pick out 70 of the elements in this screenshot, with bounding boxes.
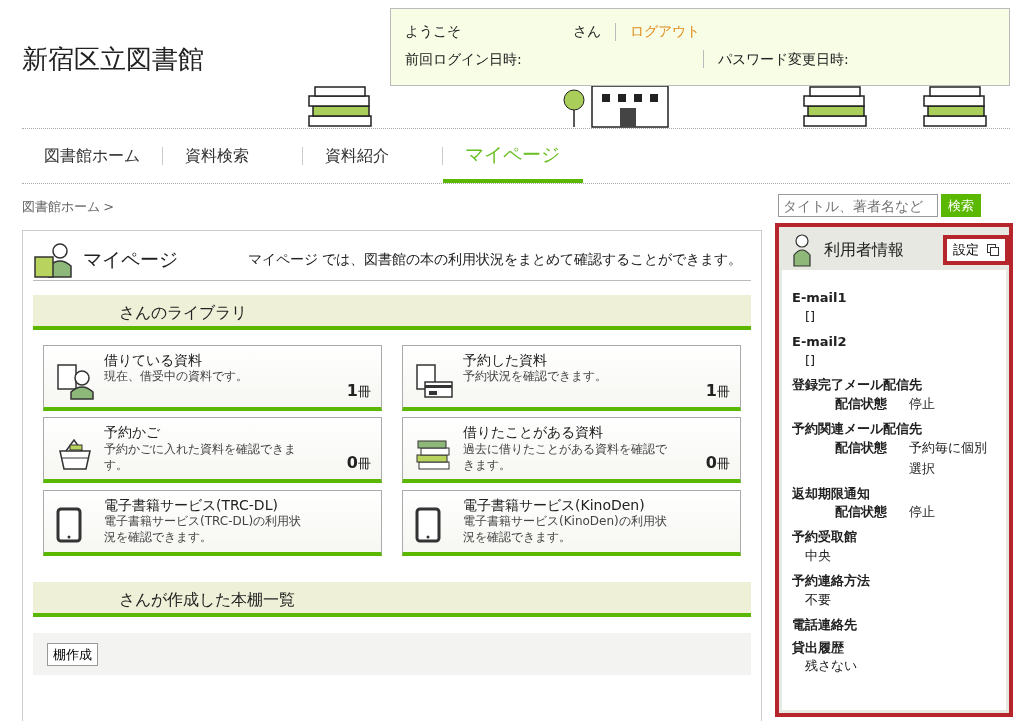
tile-title: 電子書籍サービス(KinoDen) [463, 496, 646, 514]
field-sublabel: 配信状態 [835, 395, 888, 414]
field-value: 予約毎に個別選択 [909, 438, 988, 478]
honorific-text: さん [573, 22, 601, 41]
nav-tab[interactable]: 資料検索 [163, 129, 303, 183]
menu-tile[interactable]: 予約した資料 予約状況を確認できます。 1冊 [402, 344, 741, 411]
field-label: 電話連絡先 [792, 616, 858, 634]
tile-description: 過去に借りたことがある資料を確認できます。 [463, 440, 668, 474]
settings-button[interactable]: 設定 [943, 235, 1009, 265]
field-value: 残さない [804, 657, 858, 676]
field-value: 停止 [909, 395, 935, 414]
tile-title: 予約かご [104, 424, 161, 441]
field-value: [] [804, 307, 817, 326]
shelves-heading: さんが作成した本棚一覧 [33, 581, 751, 617]
item-count: 1冊 [705, 379, 730, 402]
tablet-icon [415, 506, 441, 543]
field-value: 停止 [909, 503, 935, 522]
field-value: 中央 [804, 547, 832, 566]
intro-text: マイページ では、図書館の本の利用状況をまとめて確認することができます。 [248, 250, 743, 269]
book-stack-drawing [307, 86, 373, 128]
field-label: 予約連絡方法 [792, 572, 871, 590]
book-stack-drawing [802, 86, 868, 128]
search-field[interactable]: タイトル、著者名など [778, 194, 938, 217]
person-with-book-icon [33, 241, 73, 278]
nav-tab[interactable]: 図書館ホーム [22, 129, 163, 183]
nav-tab[interactable]: 資料紹介 [303, 129, 443, 183]
field-label: 貸出履歴 [792, 639, 845, 657]
tile-title: 予約した資料 [463, 351, 548, 369]
new-window-icon [987, 244, 999, 256]
menu-tile[interactable]: 借りたことがある資料 過去に借りたことがある資料を確認できます。 0冊 [402, 417, 741, 483]
menu-tile[interactable]: 電子書籍サービス(TRC-DL) 電子書籍サービス(TRC-DL)の利用状況を確認できます。 [43, 489, 382, 556]
field-label: 返却期限通知 [792, 485, 871, 503]
person-icon [792, 233, 812, 267]
breadcrumb-link[interactable]: 図書館ホーム [22, 197, 100, 217]
tile-description: 現在、借受中の資料です。 [104, 368, 249, 385]
tile-title: 電子書籍サービス(TRC-DL) [104, 496, 279, 514]
field-sublabel: 配信状態 [835, 438, 888, 457]
tile-title: 借りたことがある資料 [463, 424, 604, 441]
field-label: E-mail2 [792, 333, 848, 351]
tablet-icon [56, 506, 82, 543]
tile-description: 予約かごに入れた資料を確認できます。 [104, 440, 297, 474]
password-changed-label: パスワード変更日時: [718, 49, 849, 69]
person-with-book-icon [56, 361, 94, 400]
tile-description: 予約状況を確認できます。 [463, 368, 608, 385]
menu-tile[interactable]: 電子書籍サービス(KinoDen) 電子書籍サービス(KinoDen)の利用状況を確認できます。 [402, 489, 741, 556]
menu-tile[interactable]: 借りている資料 現在、借受中の資料です。 1冊 [43, 344, 382, 411]
breadcrumb-separator: > [103, 198, 115, 217]
field-label: 登録完了メール配信先 [792, 377, 923, 395]
field-label: 予約受取館 [792, 529, 858, 547]
tile-description: 電子書籍サービス(TRC-DL)の利用状況を確認できます。 [104, 513, 303, 546]
page-title: マイページ [83, 247, 179, 273]
book-stack-drawing [922, 86, 988, 128]
panel-title: 利用者情報 [824, 239, 904, 261]
create-shelf-button[interactable]: 棚作成 [47, 642, 98, 666]
item-count: 0冊 [705, 452, 730, 474]
item-count: 1冊 [346, 379, 371, 402]
last-login-label: 前回ログイン日時: [405, 49, 523, 69]
library-heading: さんのライブラリ [33, 295, 751, 330]
tile-description: 電子書籍サービス(KinoDen)の利用状況を確認できます。 [463, 513, 668, 546]
menu-tile[interactable]: 予約かご 予約かごに入れた資料を確認できます。 0冊 [43, 417, 382, 483]
field-value: 不要 [804, 590, 832, 609]
field-sublabel: 配信状態 [835, 503, 888, 522]
book-with-card-icon [415, 361, 453, 400]
field-label: 予約関連メール配信先 [792, 421, 923, 438]
field-value: [] [804, 351, 817, 370]
field-label: E-mail1 [792, 290, 848, 307]
site-title: 新宿区立図書館 [22, 44, 204, 76]
welcome-text: ようこそ [405, 22, 462, 41]
item-count: 0冊 [346, 452, 371, 474]
tile-title: 借りている資料 [104, 351, 203, 369]
